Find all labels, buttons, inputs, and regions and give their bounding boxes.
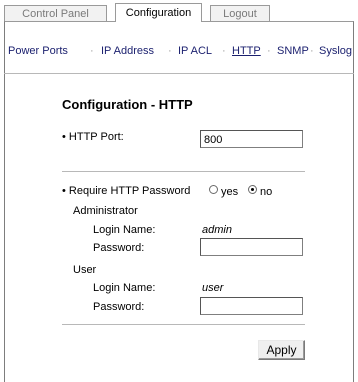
- page-title: Configuration - HTTP: [62, 97, 193, 112]
- section-divider: [62, 324, 305, 325]
- user-password-label: Password:: [93, 301, 145, 313]
- admin-password-input[interactable]: [200, 238, 303, 256]
- nav-separator: ·: [310, 45, 314, 57]
- nav-separator: ·: [222, 45, 226, 57]
- nav-divider: [4, 73, 354, 74]
- user-login-name-value: user: [202, 282, 224, 294]
- user-login-name-label: Login Name:: [93, 282, 156, 294]
- nav-snmp[interactable]: SNMP: [277, 45, 309, 57]
- nav-separator: ·: [90, 45, 94, 57]
- radio-yes-label: yes: [221, 186, 239, 198]
- admin-login-name-label: Login Name:: [93, 224, 156, 236]
- content-panel: [4, 21, 354, 382]
- apply-button[interactable]: Apply: [258, 340, 305, 360]
- radio-no-label: no: [260, 186, 273, 198]
- require-password-label: • Require HTTP Password: [62, 185, 191, 197]
- administrator-heading: Administrator: [73, 205, 138, 217]
- tab-control-panel[interactable]: Control Panel: [4, 5, 107, 21]
- tab-configuration[interactable]: Configuration: [115, 3, 202, 22]
- http-port-label: • HTTP Port:: [62, 131, 124, 143]
- nav-ip-address[interactable]: IP Address: [101, 45, 154, 57]
- admin-password-label: Password:: [93, 242, 145, 254]
- section-divider: [62, 171, 305, 172]
- http-port-input[interactable]: [200, 130, 303, 148]
- user-heading: User: [73, 264, 97, 276]
- nav-syslog[interactable]: Syslog: [319, 45, 352, 57]
- admin-login-name-value: admin: [202, 224, 232, 236]
- tab-logout[interactable]: Logout: [210, 5, 270, 21]
- radio-no[interactable]: [248, 185, 257, 194]
- nav-http[interactable]: HTTP: [232, 45, 261, 57]
- radio-yes[interactable]: [209, 185, 218, 194]
- nav-ip-acl[interactable]: IP ACL: [178, 45, 212, 57]
- user-password-input[interactable]: [200, 297, 303, 315]
- nav-power-ports[interactable]: Power Ports: [8, 45, 68, 57]
- nav-separator: ·: [168, 45, 172, 57]
- nav-separator: ·: [267, 45, 271, 57]
